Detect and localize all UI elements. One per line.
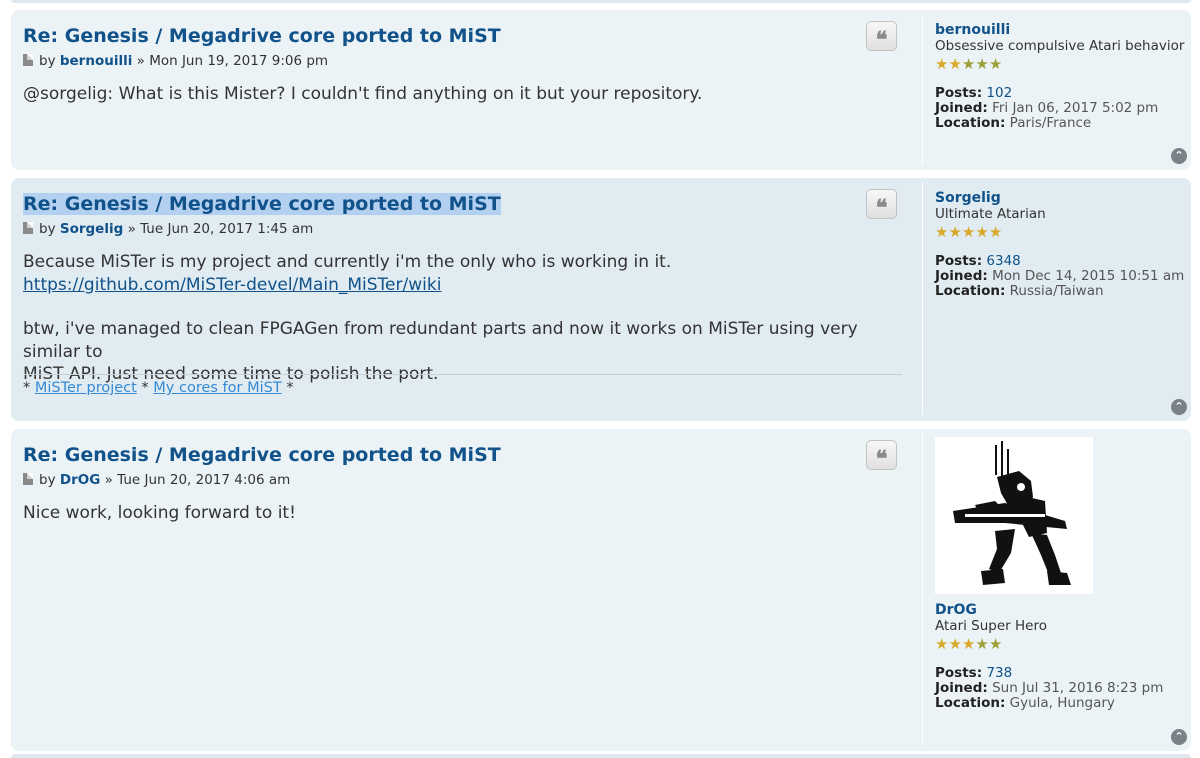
- profile-joined: Sun Jul 31, 2016 8:23 pm: [992, 680, 1164, 696]
- star-icon: ★: [961, 55, 976, 73]
- author-profile: bernouilli Obsessive compulsive Atari be…: [922, 14, 1188, 164]
- profile-username[interactable]: bernouilli: [935, 22, 1188, 38]
- profile-stats: Posts: 738 Joined: Sun Jul 31, 2016 8:23…: [935, 665, 1164, 711]
- profile-joined: Fri Jan 06, 2017 5:02 pm: [992, 100, 1159, 116]
- star-icon: ★: [988, 635, 1003, 653]
- document-icon[interactable]: [23, 222, 33, 234]
- author-profile: Sorgelig Ultimate Atarian ★★★★★ Posts: 6…: [922, 182, 1188, 415]
- post-date: » Tue Jun 20, 2017 1:45 am: [127, 221, 314, 237]
- star-icon: ★: [975, 223, 989, 241]
- sig-link-mister-project[interactable]: MiSTer project: [35, 380, 137, 396]
- post-2: Re: Genesis / Megadrive core ported to M…: [11, 178, 1191, 421]
- profile-username[interactable]: Sorgelig: [935, 190, 1188, 206]
- star-icon: ★: [935, 55, 949, 73]
- quote-icon: ❝: [875, 195, 888, 221]
- chevron-up-icon: ⌃: [1174, 149, 1184, 162]
- post-1: Re: Genesis / Megadrive core ported to M…: [11, 10, 1191, 170]
- profile-posts-link[interactable]: 738: [986, 665, 1012, 681]
- back-to-top-button[interactable]: ⌃: [1171, 399, 1187, 415]
- star-icon: ★: [975, 635, 989, 653]
- post-date: » Tue Jun 20, 2017 4:06 am: [104, 472, 291, 488]
- post-date: » Mon Jun 19, 2017 9:06 pm: [136, 53, 329, 69]
- quote-button[interactable]: ❝: [866, 440, 897, 472]
- profile-stats: Posts: 6348 Joined: Mon Dec 14, 2015 10:…: [935, 253, 1185, 299]
- quote-button[interactable]: ❝: [866, 189, 897, 221]
- profile-posts-link[interactable]: 102: [986, 85, 1012, 101]
- post-author-line: by Sorgelig » Tue Jun 20, 2017 1:45 am: [23, 221, 313, 237]
- wiki-link[interactable]: https://github.com/MiSTer-devel/Main_MiS…: [23, 275, 441, 295]
- chevron-up-icon: ⌃: [1174, 400, 1184, 413]
- post-3: Re: Genesis / Megadrive core ported to M…: [11, 429, 1191, 751]
- post-content: Because MiSTer is my project and current…: [23, 252, 858, 384]
- post-content: Nice work, looking forward to it!: [23, 503, 296, 523]
- profile-username[interactable]: DrOG: [935, 602, 1188, 618]
- quote-icon: ❝: [875, 446, 888, 472]
- next-post-edge: [11, 754, 1191, 758]
- post-title[interactable]: Re: Genesis / Megadrive core ported to M…: [23, 444, 501, 466]
- previous-post-edge: [11, 0, 1191, 3]
- star-icon: ★: [935, 635, 949, 653]
- chevron-up-icon: ⌃: [1174, 730, 1184, 743]
- document-icon[interactable]: [23, 473, 33, 485]
- rank-stars: ★★★★★: [935, 224, 1188, 240]
- author-link[interactable]: bernouilli: [60, 53, 132, 69]
- back-to-top-button[interactable]: ⌃: [1171, 148, 1187, 164]
- star-icon: ★: [948, 55, 962, 73]
- profile-posts-link[interactable]: 6348: [986, 253, 1020, 269]
- star-icon: ★: [975, 55, 989, 73]
- profile-location: Gyula, Hungary: [1009, 695, 1115, 711]
- author-link[interactable]: Sorgelig: [60, 221, 123, 237]
- rank-stars: ★★★★★: [935, 56, 1188, 72]
- author-profile: DrOG Atari Super Hero ★★★★★ Posts: 738 J…: [922, 433, 1188, 745]
- star-icon: ★: [961, 635, 976, 653]
- star-icon: ★: [988, 55, 1003, 73]
- post-author-line: by DrOG » Tue Jun 20, 2017 4:06 am: [23, 472, 290, 488]
- profile-stats: Posts: 102 Joined: Fri Jan 06, 2017 5:02…: [935, 85, 1159, 131]
- star-icon: ★: [935, 223, 949, 241]
- star-icon: ★: [948, 223, 962, 241]
- rank-stars: ★★★★★: [935, 636, 1188, 652]
- star-icon: ★: [961, 223, 976, 241]
- star-icon: ★: [988, 223, 1003, 241]
- profile-rank: Obsessive compulsive Atari behavior: [935, 38, 1185, 54]
- post-author-line: by bernouilli » Mon Jun 19, 2017 9:06 pm: [23, 53, 328, 69]
- signature: * MiSTer project * My cores for MiST *: [23, 374, 902, 396]
- document-icon[interactable]: [23, 54, 33, 66]
- author-link[interactable]: DrOG: [60, 472, 100, 488]
- post-title[interactable]: Re: Genesis / Megadrive core ported to M…: [23, 193, 501, 215]
- profile-joined: Mon Dec 14, 2015 10:51 am: [992, 268, 1185, 284]
- star-icon: ★: [948, 635, 962, 653]
- profile-rank: Atari Super Hero: [935, 618, 1047, 634]
- quote-button[interactable]: ❝: [866, 21, 897, 53]
- profile-rank: Ultimate Atarian: [935, 206, 1046, 222]
- post-content: @sorgelig: What is this Mister? I couldn…: [23, 84, 703, 104]
- post-title[interactable]: Re: Genesis / Megadrive core ported to M…: [23, 25, 501, 47]
- back-to-top-button[interactable]: ⌃: [1171, 729, 1187, 745]
- quote-icon: ❝: [875, 27, 888, 53]
- sig-link-my-cores[interactable]: My cores for MiST: [153, 380, 281, 396]
- profile-location: Russia/Taiwan: [1009, 283, 1104, 299]
- guitarist-avatar-image: [935, 437, 1093, 594]
- profile-location: Paris/France: [1009, 115, 1092, 131]
- avatar[interactable]: [935, 437, 1093, 594]
